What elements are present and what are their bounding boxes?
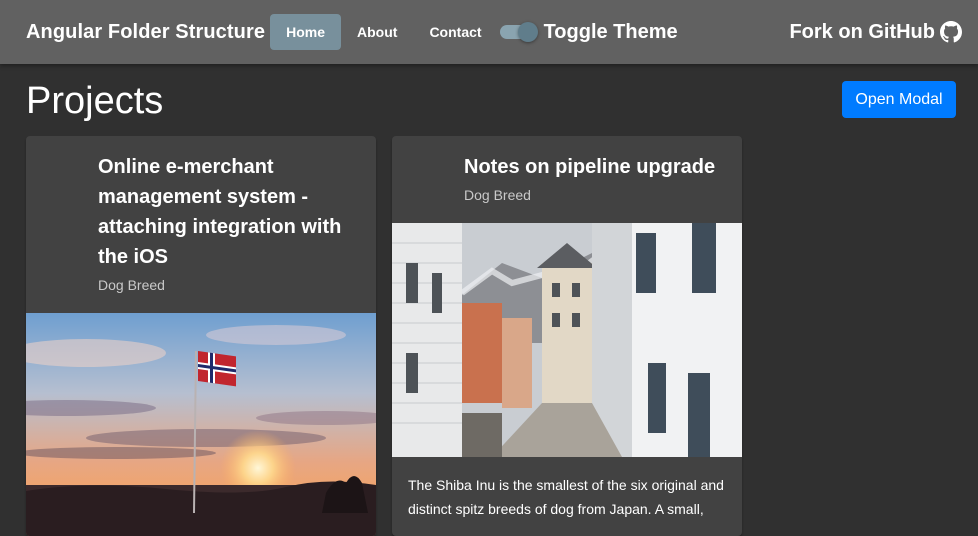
- nav-about-button[interactable]: About: [341, 14, 413, 50]
- open-modal-button[interactable]: Open Modal: [842, 81, 956, 118]
- main-nav: Home About Contact: [270, 14, 497, 50]
- card-header: Notes on pipeline upgrade Dog Breed: [392, 136, 742, 223]
- app-brand[interactable]: Angular Folder Structure: [26, 21, 265, 44]
- card-subtitle: Dog Breed: [464, 187, 531, 203]
- toggle-track[interactable]: [499, 22, 538, 42]
- github-icon: [940, 21, 962, 43]
- card-title: Notes on pipeline upgrade: [464, 156, 716, 178]
- card-image-city-street: [392, 223, 742, 457]
- card-description: The Shiba Inu is the smallest of the six…: [408, 477, 724, 517]
- toggle-theme-label[interactable]: Toggle Theme: [544, 21, 678, 44]
- card-title: Online e-merchant management system - at…: [98, 156, 342, 268]
- toggle-thumb[interactable]: [517, 22, 538, 42]
- page-title: Projects: [26, 80, 164, 122]
- nav-home-button[interactable]: Home: [270, 14, 341, 50]
- github-fork-link[interactable]: Fork on GitHub: [789, 21, 962, 44]
- github-fork-label: Fork on GitHub: [789, 20, 935, 43]
- project-card[interactable]: Online e-merchant management system - at…: [26, 136, 376, 536]
- card-subtitle: Dog Breed: [98, 277, 165, 293]
- theme-toggle[interactable]: Toggle Theme: [498, 21, 678, 44]
- top-toolbar: Angular Folder Structure Home About Cont…: [0, 0, 978, 64]
- card-image-flag-sunset: [26, 313, 376, 536]
- project-card[interactable]: Notes on pipeline upgrade Dog Breed The …: [392, 136, 742, 536]
- nav-contact-button[interactable]: Contact: [413, 14, 497, 50]
- card-header: Online e-merchant management system - at…: [26, 136, 376, 313]
